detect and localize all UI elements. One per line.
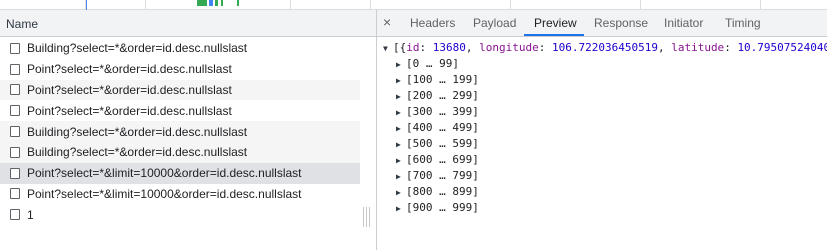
close-icon[interactable]: × xyxy=(383,14,391,30)
request-name: Building?select=*&order=id.desc.nullslas… xyxy=(27,41,248,56)
json-range-item[interactable]: ▶ [200 … 299] xyxy=(396,88,479,104)
expand-triangle-icon[interactable]: ▶ xyxy=(396,185,406,201)
request-name: 1 xyxy=(27,207,34,222)
request-checkbox[interactable] xyxy=(10,84,20,96)
request-checkbox[interactable] xyxy=(10,146,20,158)
waterfall-gridline xyxy=(370,0,371,10)
expand-triangle-icon[interactable]: ▶ xyxy=(396,57,406,73)
expand-triangle-icon[interactable]: ▶ xyxy=(396,169,406,185)
active-tab-indicator xyxy=(524,34,584,36)
request-checkbox[interactable] xyxy=(10,63,20,75)
expand-triangle-icon[interactable]: ▶ xyxy=(396,153,406,169)
waterfall-bars xyxy=(197,0,247,9)
details-tabbar: × Headers Payload Preview Response Initi… xyxy=(377,10,827,37)
expand-triangle-icon[interactable]: ▶ xyxy=(396,105,406,121)
collapse-triangle-icon[interactable]: ▼ xyxy=(383,41,393,57)
request-name: Building?select=*&order=id.desc.nullslas… xyxy=(27,145,248,160)
request-checkbox[interactable] xyxy=(10,167,20,179)
waterfall-gridline xyxy=(510,0,511,10)
expand-triangle-icon[interactable]: ▶ xyxy=(396,201,406,217)
tab-payload[interactable]: Payload xyxy=(473,16,516,30)
name-column-header[interactable]: Name xyxy=(0,10,376,37)
json-range-item[interactable]: ▶ [100 … 199] xyxy=(396,72,479,88)
request-checkbox[interactable] xyxy=(10,188,20,200)
request-row[interactable]: Point?select=*&limit=10000&order=id.desc… xyxy=(0,184,360,205)
waterfall-gridline xyxy=(640,0,641,10)
request-name: Point?select=*&order=id.desc.nullslast xyxy=(27,82,232,97)
request-row[interactable]: Point?select=*&order=id.desc.nullslast xyxy=(0,100,360,121)
tab-response[interactable]: Response xyxy=(594,16,648,30)
waterfall-marker xyxy=(86,0,87,10)
request-checkbox[interactable] xyxy=(10,42,20,54)
json-range-item[interactable]: ▶ [700 … 799] xyxy=(396,168,479,184)
request-name: Point?select=*&limit=10000&order=id.desc… xyxy=(27,186,302,201)
request-row[interactable]: 1 xyxy=(0,204,360,225)
waterfall-gridline xyxy=(290,0,291,10)
json-range-item[interactable]: ▶ [300 … 399] xyxy=(396,104,479,120)
request-name: Point?select=*&order=id.desc.nullslast xyxy=(27,62,232,77)
expand-triangle-icon[interactable]: ▶ xyxy=(396,73,406,89)
expand-triangle-icon[interactable]: ▶ xyxy=(396,121,406,137)
request-name: Point?select=*&limit=10000&order=id.desc… xyxy=(27,166,302,181)
waterfall-gridline xyxy=(145,0,146,10)
waterfall-gridline xyxy=(760,0,761,10)
request-checkbox[interactable] xyxy=(10,126,20,138)
request-row[interactable]: Building?select=*&order=id.desc.nullslas… xyxy=(0,141,360,163)
request-list: Building?select=*&order=id.desc.nullslas… xyxy=(0,38,360,225)
json-range-item[interactable]: ▶ [0 … 99] xyxy=(396,56,459,72)
tab-timing[interactable]: Timing xyxy=(725,16,761,30)
json-range-item[interactable]: ▶ [400 … 499] xyxy=(396,120,479,136)
tab-initiator[interactable]: Initiator xyxy=(664,16,703,30)
expand-triangle-icon[interactable]: ▶ xyxy=(396,89,406,105)
request-row[interactable]: Building?select=*&order=id.desc.nullslas… xyxy=(0,38,360,59)
resize-grip-icon[interactable] xyxy=(362,207,372,227)
request-list-pane: Name Building?select=*&order=id.desc.nul… xyxy=(0,10,376,250)
waterfall-strip xyxy=(0,0,827,10)
request-details-pane: × Headers Payload Preview Response Initi… xyxy=(377,10,827,250)
request-row[interactable]: Building?select=*&order=id.desc.nullslas… xyxy=(0,121,360,142)
request-checkbox[interactable] xyxy=(10,105,20,117)
json-range-item[interactable]: ▶ [600 … 699] xyxy=(396,152,479,168)
request-name: Point?select=*&order=id.desc.nullslast xyxy=(27,103,232,118)
request-row[interactable]: Point?select=*&order=id.desc.nullslast xyxy=(0,59,360,80)
request-row-selected[interactable]: Point?select=*&limit=10000&order=id.desc… xyxy=(0,162,360,184)
tab-headers[interactable]: Headers xyxy=(410,16,455,30)
json-range-item[interactable]: ▶ [800 … 899] xyxy=(396,184,479,200)
json-range-item[interactable]: ▶ [900 … 999] xyxy=(396,200,479,216)
json-range-item[interactable]: ▶ [500 … 599] xyxy=(396,136,479,152)
name-column-label: Name xyxy=(6,17,39,31)
request-row[interactable]: Point?select=*&order=id.desc.nullslast xyxy=(0,79,360,101)
request-checkbox[interactable] xyxy=(10,209,20,221)
request-name: Building?select=*&order=id.desc.nullslas… xyxy=(27,124,248,139)
expand-triangle-icon[interactable]: ▶ xyxy=(396,137,406,153)
tab-preview[interactable]: Preview xyxy=(534,16,577,30)
json-root-line[interactable]: ▼ [{id: 13680, longitude: 106.72203645051… xyxy=(383,40,827,56)
